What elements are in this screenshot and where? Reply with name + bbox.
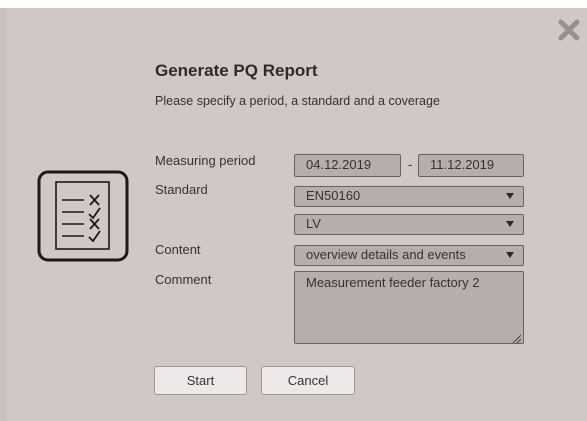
- comment-textarea[interactable]: Measurement feeder factory 2: [294, 271, 524, 344]
- standard-select-value: EN50160: [306, 188, 361, 203]
- checklist-document-icon: [37, 170, 129, 262]
- dialog-left-edge: [0, 8, 7, 421]
- period-separator: -: [408, 157, 413, 172]
- voltage-level-select-value: LV: [306, 216, 321, 231]
- voltage-level-select[interactable]: LV: [294, 214, 524, 235]
- dialog-title: Generate PQ Report: [155, 61, 318, 80]
- period-start-input[interactable]: 04.12.2019: [294, 154, 401, 177]
- standard-select[interactable]: EN50160: [294, 186, 524, 207]
- content-select[interactable]: overview details and events: [294, 245, 524, 266]
- start-button[interactable]: Start: [154, 366, 247, 395]
- period-end-input[interactable]: 11.12.2019: [418, 154, 524, 177]
- measuring-period-label: Measuring period: [155, 153, 256, 168]
- content-label: Content: [155, 242, 201, 257]
- chevron-down-icon: [506, 221, 514, 227]
- cancel-button[interactable]: Cancel: [261, 366, 355, 395]
- chevron-down-icon: [506, 193, 514, 199]
- dialog-subtitle: Please specify a period, a standard and …: [155, 94, 440, 108]
- resize-handle-icon[interactable]: [511, 331, 522, 344]
- content-select-value: overview details and events: [306, 247, 466, 262]
- comment-label: Comment: [155, 272, 212, 287]
- chevron-down-icon: [506, 252, 514, 258]
- standard-label: Standard: [155, 182, 208, 197]
- comment-text: Measurement feeder factory 2: [306, 275, 480, 290]
- close-icon[interactable]: [557, 18, 581, 42]
